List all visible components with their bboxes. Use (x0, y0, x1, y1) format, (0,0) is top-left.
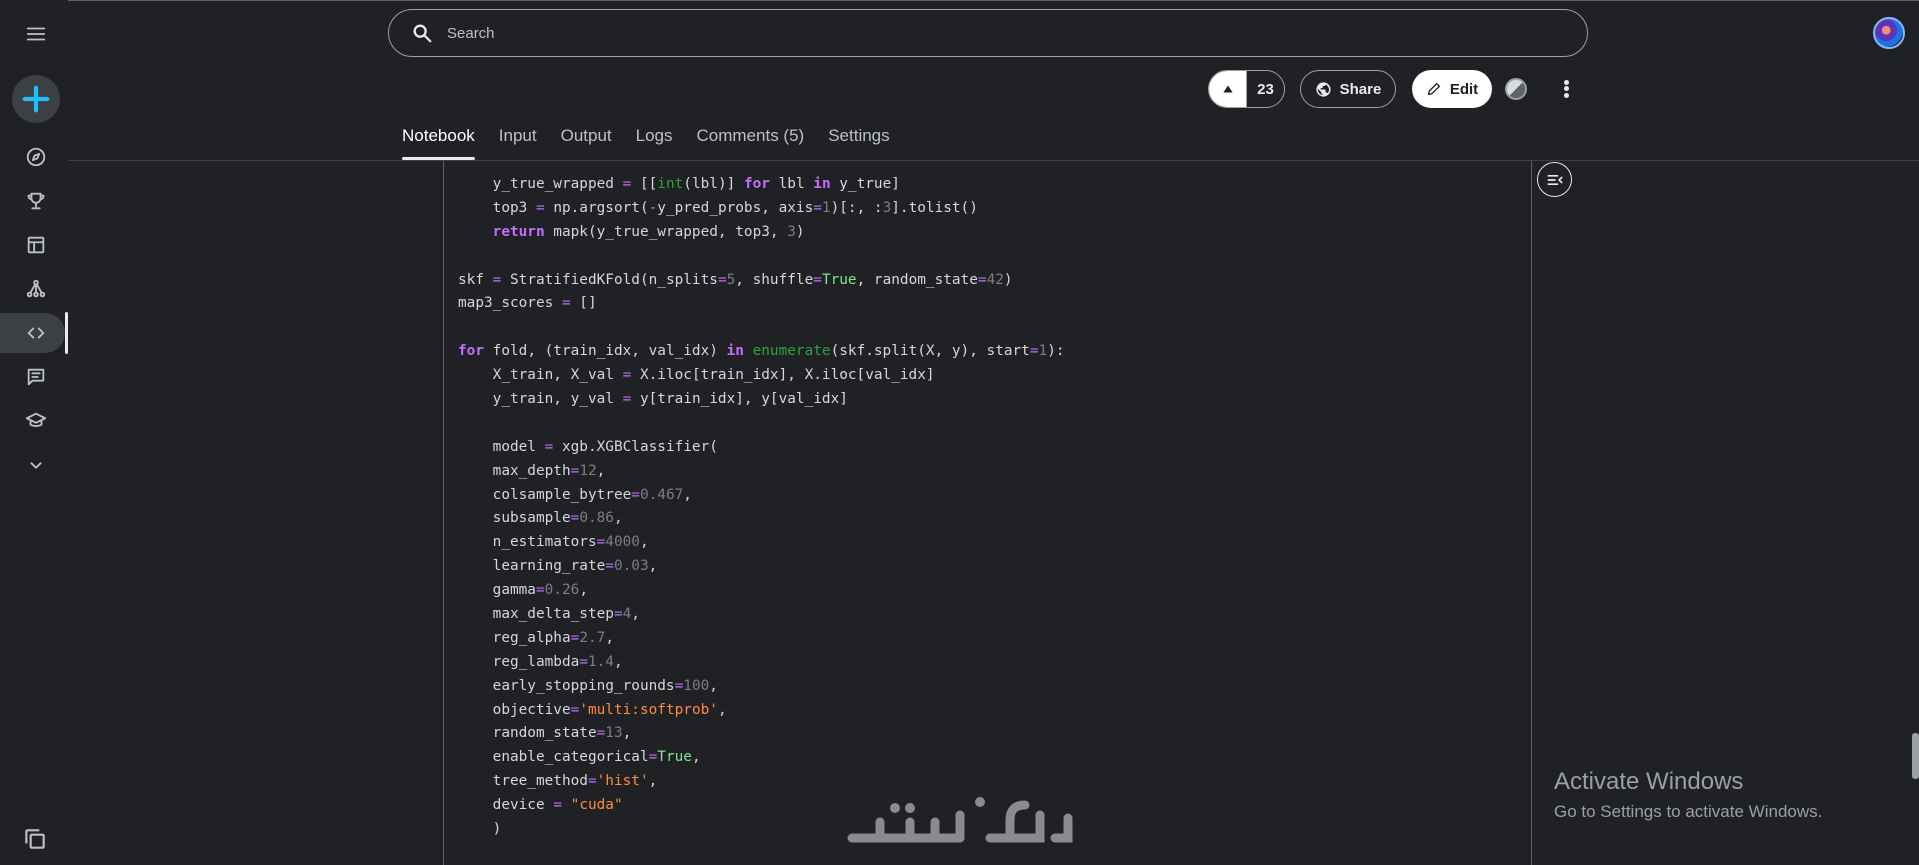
code-line[interactable]: max_depth=12, (458, 460, 1065, 484)
watermark-logo (840, 790, 1080, 850)
tab-logs[interactable]: Logs (636, 126, 673, 160)
dot (1563, 79, 1569, 85)
chevron-down-icon (30, 462, 42, 469)
active-indicator (65, 312, 68, 354)
code-line[interactable]: objective='multi:softprob', (458, 699, 1065, 723)
create-button[interactable] (12, 75, 60, 123)
code-line[interactable]: n_estimators=4000, (458, 531, 1065, 555)
code-line[interactable]: map3_scores = [] (458, 292, 1065, 316)
sidebar-item-home[interactable] (12, 137, 60, 177)
code-editor[interactable]: y_true_wrapped = [[int(lbl)] for lbl in … (458, 173, 1065, 842)
sidebar-item-more[interactable] (12, 445, 60, 485)
upvote-button[interactable] (1209, 71, 1246, 107)
code-line[interactable]: for fold, (train_idx, val_idx) in enumer… (458, 340, 1065, 364)
avatar[interactable] (1873, 17, 1905, 49)
dot (1563, 93, 1569, 99)
theme-toggle-button[interactable] (1505, 78, 1527, 100)
tab-comments[interactable]: Comments (5) (697, 126, 805, 160)
sidebar-item-models[interactable] (12, 269, 60, 309)
top-border (0, 0, 1919, 1)
edit-label: Edit (1449, 80, 1479, 98)
code-line[interactable]: reg_alpha=2.7, (458, 627, 1065, 651)
sidebar-item-code[interactable] (0, 313, 65, 353)
pencil-icon (1427, 82, 1441, 96)
globe-icon (1316, 81, 1331, 97)
code-line[interactable]: model = xgb.XGBClassifier( (458, 436, 1065, 460)
upvote-control[interactable]: 23 (1208, 70, 1285, 108)
learn-icon (25, 412, 47, 427)
notebook-tabs: Notebook Input Output Logs Comments (5) … (402, 126, 890, 160)
code-line[interactable]: ​ (458, 245, 1065, 269)
page-scrollbar[interactable] (1912, 733, 1919, 779)
tab-output[interactable]: Output (561, 126, 612, 160)
code-line[interactable]: X_train, X_val = X.iloc[train_idx], X.il… (458, 364, 1065, 388)
code-line[interactable]: ​ (458, 316, 1065, 340)
code-line[interactable]: learning_rate=0.03, (458, 555, 1065, 579)
code-line[interactable]: early_stopping_rounds=100, (458, 675, 1065, 699)
left-navigation-rail (0, 0, 68, 865)
discussion-icon (27, 368, 45, 386)
code-icon (27, 327, 45, 339)
code-line[interactable]: reg_lambda=1.4, (458, 651, 1065, 675)
plus-icon (22, 85, 50, 113)
code-line[interactable]: ​ (458, 412, 1065, 436)
more-options-button[interactable] (1553, 76, 1579, 102)
code-line[interactable]: subsample=0.86, (458, 507, 1065, 531)
tab-input[interactable]: Input (499, 126, 537, 160)
edit-button[interactable]: Edit (1412, 70, 1492, 108)
menu-button[interactable] (12, 14, 60, 54)
code-line[interactable]: max_delta_step=4, (458, 603, 1065, 627)
tab-notebook[interactable]: Notebook (402, 126, 475, 160)
search-bar[interactable] (388, 9, 1588, 57)
code-line[interactable]: random_state=13, (458, 722, 1065, 746)
compass-icon (26, 147, 46, 167)
vote-count: 23 (1246, 71, 1284, 107)
dot (1563, 86, 1569, 92)
code-line[interactable]: y_train, y_val = y[train_idx], y[val_idx… (458, 388, 1065, 412)
code-line[interactable]: enable_categorical=True, (458, 746, 1065, 770)
code-line[interactable]: skf = StratifiedKFold(n_splits=5, shuffl… (458, 269, 1065, 293)
sidebar-item-datasets[interactable] (12, 225, 60, 265)
sidebar-item-discussions[interactable] (12, 357, 60, 397)
activation-subtitle: Go to Settings to activate Windows. (1554, 802, 1823, 821)
code-line[interactable]: colsample_bytree=0.467, (458, 484, 1065, 508)
triangle-up-icon (1222, 85, 1233, 93)
code-line[interactable]: top3 = np.argsort(-y_pred_probs, axis=1)… (458, 197, 1065, 221)
table-of-contents-button[interactable] (1537, 162, 1572, 197)
tab-settings[interactable]: Settings (828, 126, 889, 160)
code-line[interactable]: return mapk(y_true_wrapped, top3, 3) (458, 221, 1065, 245)
models-icon (26, 279, 46, 298)
share-label: Share (1339, 80, 1382, 98)
share-button[interactable]: Share (1300, 70, 1396, 108)
sidebar-item-learn[interactable] (12, 401, 60, 441)
windows-activation-notice: Activate Windows Go to Settings to activ… (1554, 768, 1822, 822)
copy-icon (25, 829, 45, 849)
table-icon (27, 236, 45, 254)
trophy-icon (27, 192, 45, 210)
search-input[interactable] (447, 24, 1547, 42)
toc-icon (1547, 174, 1562, 185)
view-active-events-button[interactable] (22, 826, 48, 852)
activation-title: Activate Windows (1554, 768, 1744, 795)
menu-icon (26, 27, 46, 41)
search-icon (413, 24, 432, 43)
code-line[interactable]: gamma=0.26, (458, 579, 1065, 603)
sidebar-item-competitions[interactable] (12, 181, 60, 221)
code-line[interactable]: y_true_wrapped = [[int(lbl)] for lbl in … (458, 173, 1065, 197)
